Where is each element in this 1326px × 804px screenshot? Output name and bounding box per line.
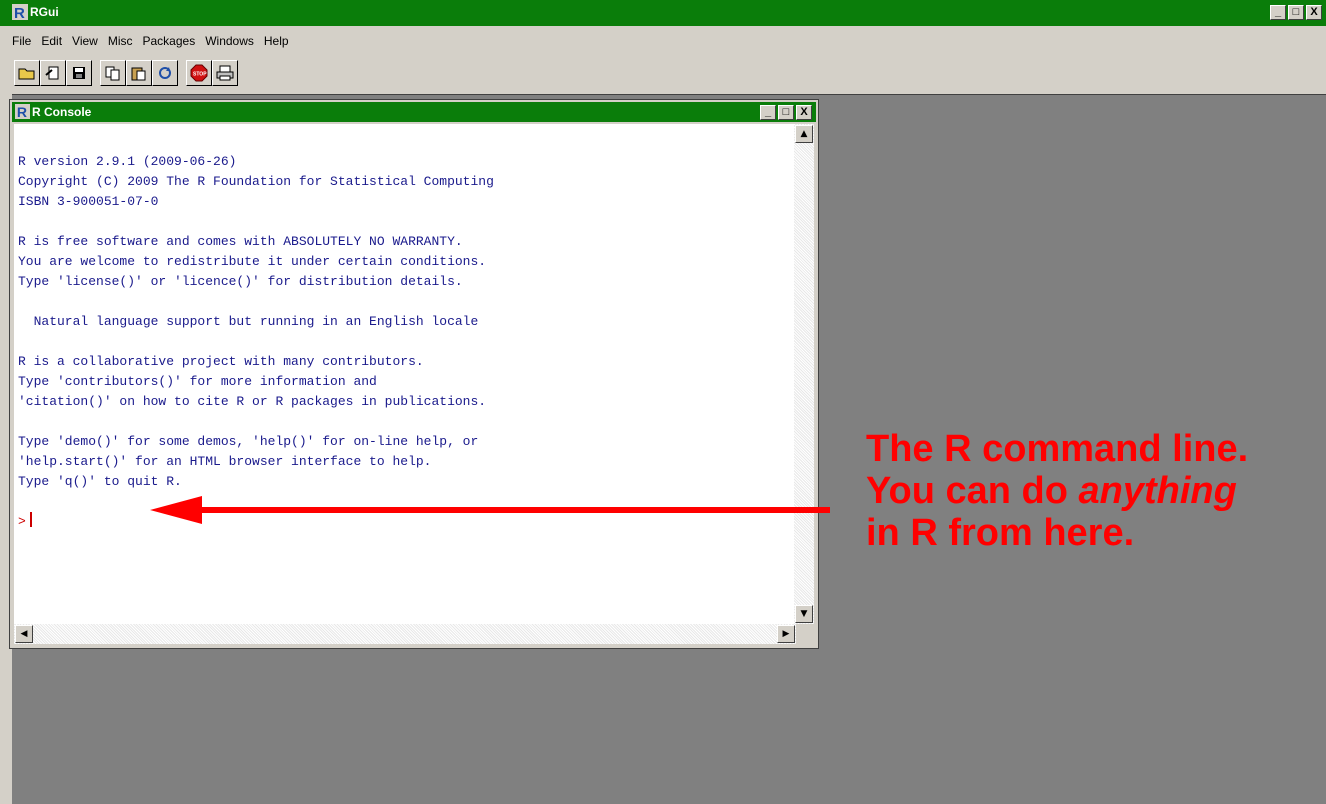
menu-file[interactable]: File <box>12 34 31 48</box>
text-cursor <box>29 512 32 527</box>
menu-windows[interactable]: Windows <box>205 34 254 48</box>
command-prompt: > <box>18 514 26 529</box>
menu-bar: File Edit View Misc Packages Windows Hel… <box>0 30 1326 52</box>
annotation-emphasis: anything <box>1078 470 1237 512</box>
title-bar[interactable]: R RGui _ □ X <box>0 0 1326 26</box>
toolbar: STOP <box>14 58 238 88</box>
menu-misc[interactable]: Misc <box>108 34 133 48</box>
console-line: ISBN 3-900051-07-0 <box>18 194 159 209</box>
clipboard-icon <box>131 67 146 81</box>
console-minimize-button[interactable]: _ <box>760 105 776 120</box>
console-output[interactable]: R version 2.9.1 (2009-06-26) Copyright (… <box>14 124 796 624</box>
annotation-line-2-text: You can do <box>866 470 1079 512</box>
scroll-up-button[interactable]: ▲ <box>795 125 813 143</box>
rgui-window: R RGui _ □ X File Edit View Misc Package… <box>0 0 1326 804</box>
menu-edit[interactable]: Edit <box>41 34 62 48</box>
app-title: RGui <box>30 5 59 19</box>
console-title-bar[interactable]: R R Console _ □ X <box>12 102 816 122</box>
scroll-right-button[interactable]: ▶ <box>777 625 795 643</box>
svg-text:R: R <box>14 5 25 20</box>
console-line: Type 'q()' to quit R. <box>18 474 182 489</box>
print-button[interactable] <box>212 60 238 86</box>
console-line: 'help.start()' for an HTML browser inter… <box>18 454 432 469</box>
console-maximize-button[interactable]: □ <box>778 105 794 120</box>
menu-view[interactable]: View <box>72 34 98 48</box>
console-title: R Console <box>32 105 92 119</box>
window-controls: _ □ X <box>1270 5 1322 20</box>
maximize-button[interactable]: □ <box>1288 5 1304 20</box>
svg-text:STOP: STOP <box>193 72 207 78</box>
annotation-line-2: You can do anything <box>866 470 1326 512</box>
console-line: Copyright (C) 2009 The R Foundation for … <box>18 174 494 189</box>
stop-button[interactable]: STOP <box>186 60 212 86</box>
annotation-text: The R command line. You can do anything … <box>866 428 1326 554</box>
document-arrow-icon <box>45 66 59 80</box>
refresh-icon <box>159 67 171 79</box>
minimize-button[interactable]: _ <box>1270 5 1286 20</box>
close-button[interactable]: X <box>1306 5 1322 20</box>
printer-icon <box>216 65 234 81</box>
scroll-down-button[interactable]: ▼ <box>795 605 813 623</box>
console-line: 'citation()' on how to cite R or R packa… <box>18 394 487 409</box>
console-close-button[interactable]: X <box>796 105 812 120</box>
console-line: R version 2.9.1 (2009-06-26) <box>18 154 237 169</box>
horizontal-scrollbar[interactable]: ◀ ▶ <box>14 624 796 644</box>
console-line: R is a collaborative project with many c… <box>18 354 424 369</box>
open-script-button[interactable] <box>14 60 40 86</box>
console-line: Type 'demo()' for some demos, 'help()' f… <box>18 434 479 449</box>
r-logo-icon: R <box>12 4 28 20</box>
folder-open-icon <box>18 68 35 80</box>
paste-button[interactable] <box>126 60 152 86</box>
save-workspace-button[interactable] <box>66 60 92 86</box>
console-window-controls: _ □ X <box>760 105 812 120</box>
copy-button[interactable] <box>100 60 126 86</box>
vertical-scrollbar[interactable]: ▲ ▼ <box>794 124 814 624</box>
copy-icon <box>105 66 120 81</box>
console-line: Natural language support but running in … <box>18 314 479 329</box>
copy-paste-button[interactable] <box>152 60 178 86</box>
console-line: Type 'license()' or 'licence()' for dist… <box>18 274 463 289</box>
svg-text:R: R <box>17 104 27 119</box>
r-console-window[interactable]: R R Console _ □ X R version 2.9.1 (2009-… <box>9 99 819 649</box>
scroll-left-button[interactable]: ◀ <box>15 625 33 643</box>
menu-help[interactable]: Help <box>264 34 289 48</box>
r-logo-icon: R <box>15 104 30 119</box>
floppy-disk-icon <box>73 67 85 79</box>
annotation-line-3: in R from here. <box>866 512 1135 554</box>
console-line: You are welcome to redistribute it under… <box>18 254 487 269</box>
stop-sign-icon: STOP <box>190 64 208 82</box>
console-line: R is free software and comes with ABSOLU… <box>18 234 463 249</box>
console-line: Type 'contributors()' for more informati… <box>18 374 377 389</box>
annotation-arrow <box>150 496 830 524</box>
annotation-line-1: The R command line. <box>866 428 1249 470</box>
menu-packages[interactable]: Packages <box>143 34 196 48</box>
load-workspace-button[interactable] <box>40 60 66 86</box>
